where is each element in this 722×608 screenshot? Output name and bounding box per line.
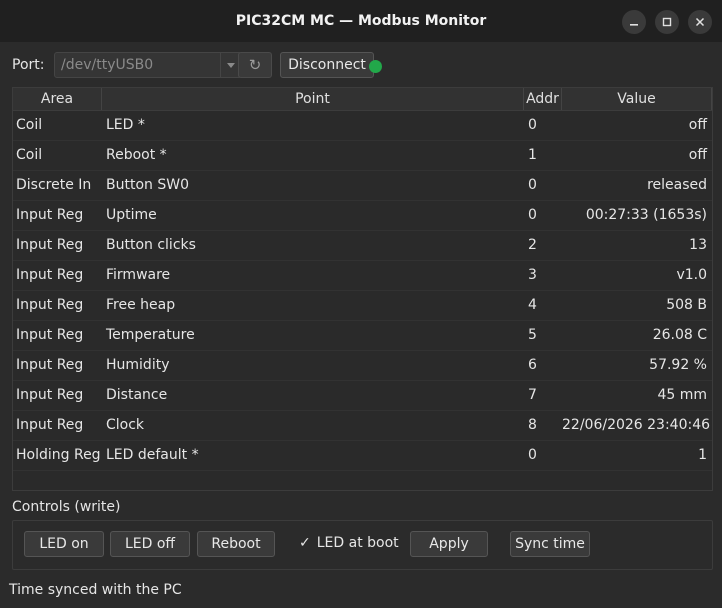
table-cell-value: 00:27:33 (1653s) [585,207,707,223]
table-row[interactable]: Input Reg Firmware 3 v1.0 [13,261,712,291]
table-row[interactable]: Holding Reg LED default * 0 1 [13,441,712,471]
column-header-value[interactable]: Value [562,88,712,110]
table-row[interactable]: Coil Reboot * 1 off [13,141,712,171]
table-cell-addr: 0 [528,447,537,463]
table-row[interactable]: Input Reg Distance 7 45 mm [13,381,712,411]
led-on-button[interactable]: LED on [24,531,104,557]
table-cell-point: Free heap [106,297,176,313]
window-title: PIC32CM MC — Modbus Monitor [235,13,487,29]
table-cell-addr: 7 [528,387,537,403]
table-cell-value: 508 B [666,297,707,313]
table-cell-area: Holding Reg [16,447,101,463]
table-cell-area: Coil [16,117,43,133]
led-off-button[interactable]: LED off [110,531,190,557]
table-cell-area: Coil [16,147,43,163]
table-body: Coil LED * 0 off Coil Reboot * 1 off Discrete In… [13,111,712,471]
title-bar: PIC32CM MC — Modbus Monitor [0,0,722,42]
table-cell-value: v1.0 [676,267,707,283]
port-row: Port: /dev/ttyUSB0 ↻ Disconnect [12,52,712,80]
sync-time-button[interactable]: Sync time [510,531,590,557]
connection-status-indicator [369,60,382,73]
table-cell-point: LED default * [106,447,199,463]
registers-table: Area Point Addr Value Coil LED * 0 off Coil R… [12,87,713,491]
table-cell-area: Input Reg [16,207,84,223]
table-cell-addr: 3 [528,267,537,283]
table-cell-point: Button SW0 [106,177,189,193]
table-cell-point: Clock [106,417,145,433]
disconnect-button[interactable]: Disconnect [280,52,374,78]
table-cell-point: LED * [106,117,145,133]
led-at-boot-checkbox[interactable]: ✓ LED at boot [299,535,399,551]
table-cell-addr: 0 [528,177,537,193]
table-cell-value: 57.92 % [649,357,707,373]
table-row[interactable]: Input Reg Temperature 5 26.08 C [13,321,712,351]
table-cell-value: off [688,147,707,163]
table-header: Area Point Addr Value [13,88,712,111]
table-cell-area: Input Reg [16,297,84,313]
table-cell-area: Input Reg [16,267,84,283]
table-cell-addr: 1 [528,147,537,163]
table-row[interactable]: Input Reg Clock 8 22/06/2026 23:40:46 [13,411,712,441]
table-cell-addr: 8 [528,417,537,433]
apply-button[interactable]: Apply [410,531,488,557]
table-cell-value: 22/06/2026 23:40:46 [562,417,711,433]
table-cell-point: Humidity [106,357,170,373]
table-row[interactable]: Input Reg Uptime 0 00:27:33 (1653s) [13,201,712,231]
table-row[interactable]: Coil LED * 0 off [13,111,712,141]
led-at-boot-label: LED at boot [316,535,399,551]
table-cell-point: Temperature [106,327,195,343]
status-text: Time synced with the PC [9,582,182,598]
table-cell-point: Uptime [106,207,157,223]
table-cell-area: Input Reg [16,237,84,253]
column-header-point[interactable]: Point [102,88,524,110]
column-header-addr[interactable]: Addr [524,88,562,110]
table-cell-area: Input Reg [16,417,84,433]
table-cell-addr: 6 [528,357,537,373]
table-cell-value: off [688,117,707,133]
port-select[interactable]: /dev/ttyUSB0 [54,52,242,78]
table-cell-addr: 4 [528,297,537,313]
table-cell-value: 45 mm [657,387,707,403]
column-header-area[interactable]: Area [13,88,102,110]
table-cell-value: 26.08 C [652,327,707,343]
table-cell-value: 1 [698,447,707,463]
port-label: Port: [12,57,45,73]
table-cell-value: 13 [689,237,707,253]
table-cell-point: Button clicks [106,237,196,253]
minimize-icon[interactable] [622,10,646,34]
table-cell-addr: 5 [528,327,537,343]
table-cell-area: Input Reg [16,327,84,343]
reboot-button[interactable]: Reboot [197,531,275,557]
maximize-icon[interactable] [655,10,679,34]
table-row[interactable]: Input Reg Free heap 4 508 B [13,291,712,321]
table-cell-addr: 0 [528,207,537,223]
table-cell-addr: 2 [528,237,537,253]
status-bar: Time synced with the PC [0,578,722,608]
table-cell-area: Input Reg [16,357,84,373]
table-row[interactable]: Input Reg Button clicks 2 13 [13,231,712,261]
close-icon[interactable] [688,10,712,34]
table-cell-point: Firmware [106,267,171,283]
window-controls [622,10,712,34]
table-row[interactable]: Input Reg Humidity 6 57.92 % [13,351,712,381]
checkmark-icon: ✓ [299,535,311,551]
controls-group-label: Controls (write) [12,499,121,515]
table-cell-value: released [647,177,707,193]
table-row[interactable]: Discrete In Button SW0 0 released [13,171,712,201]
refresh-ports-button[interactable]: ↻ [238,52,272,78]
table-cell-addr: 0 [528,117,537,133]
refresh-icon: ↻ [248,56,262,74]
table-cell-area: Discrete In [16,177,92,193]
table-cell-area: Input Reg [16,387,84,403]
port-select-value: /dev/ttyUSB0 [61,57,154,73]
table-cell-point: Distance [106,387,168,403]
table-cell-point: Reboot * [106,147,167,163]
